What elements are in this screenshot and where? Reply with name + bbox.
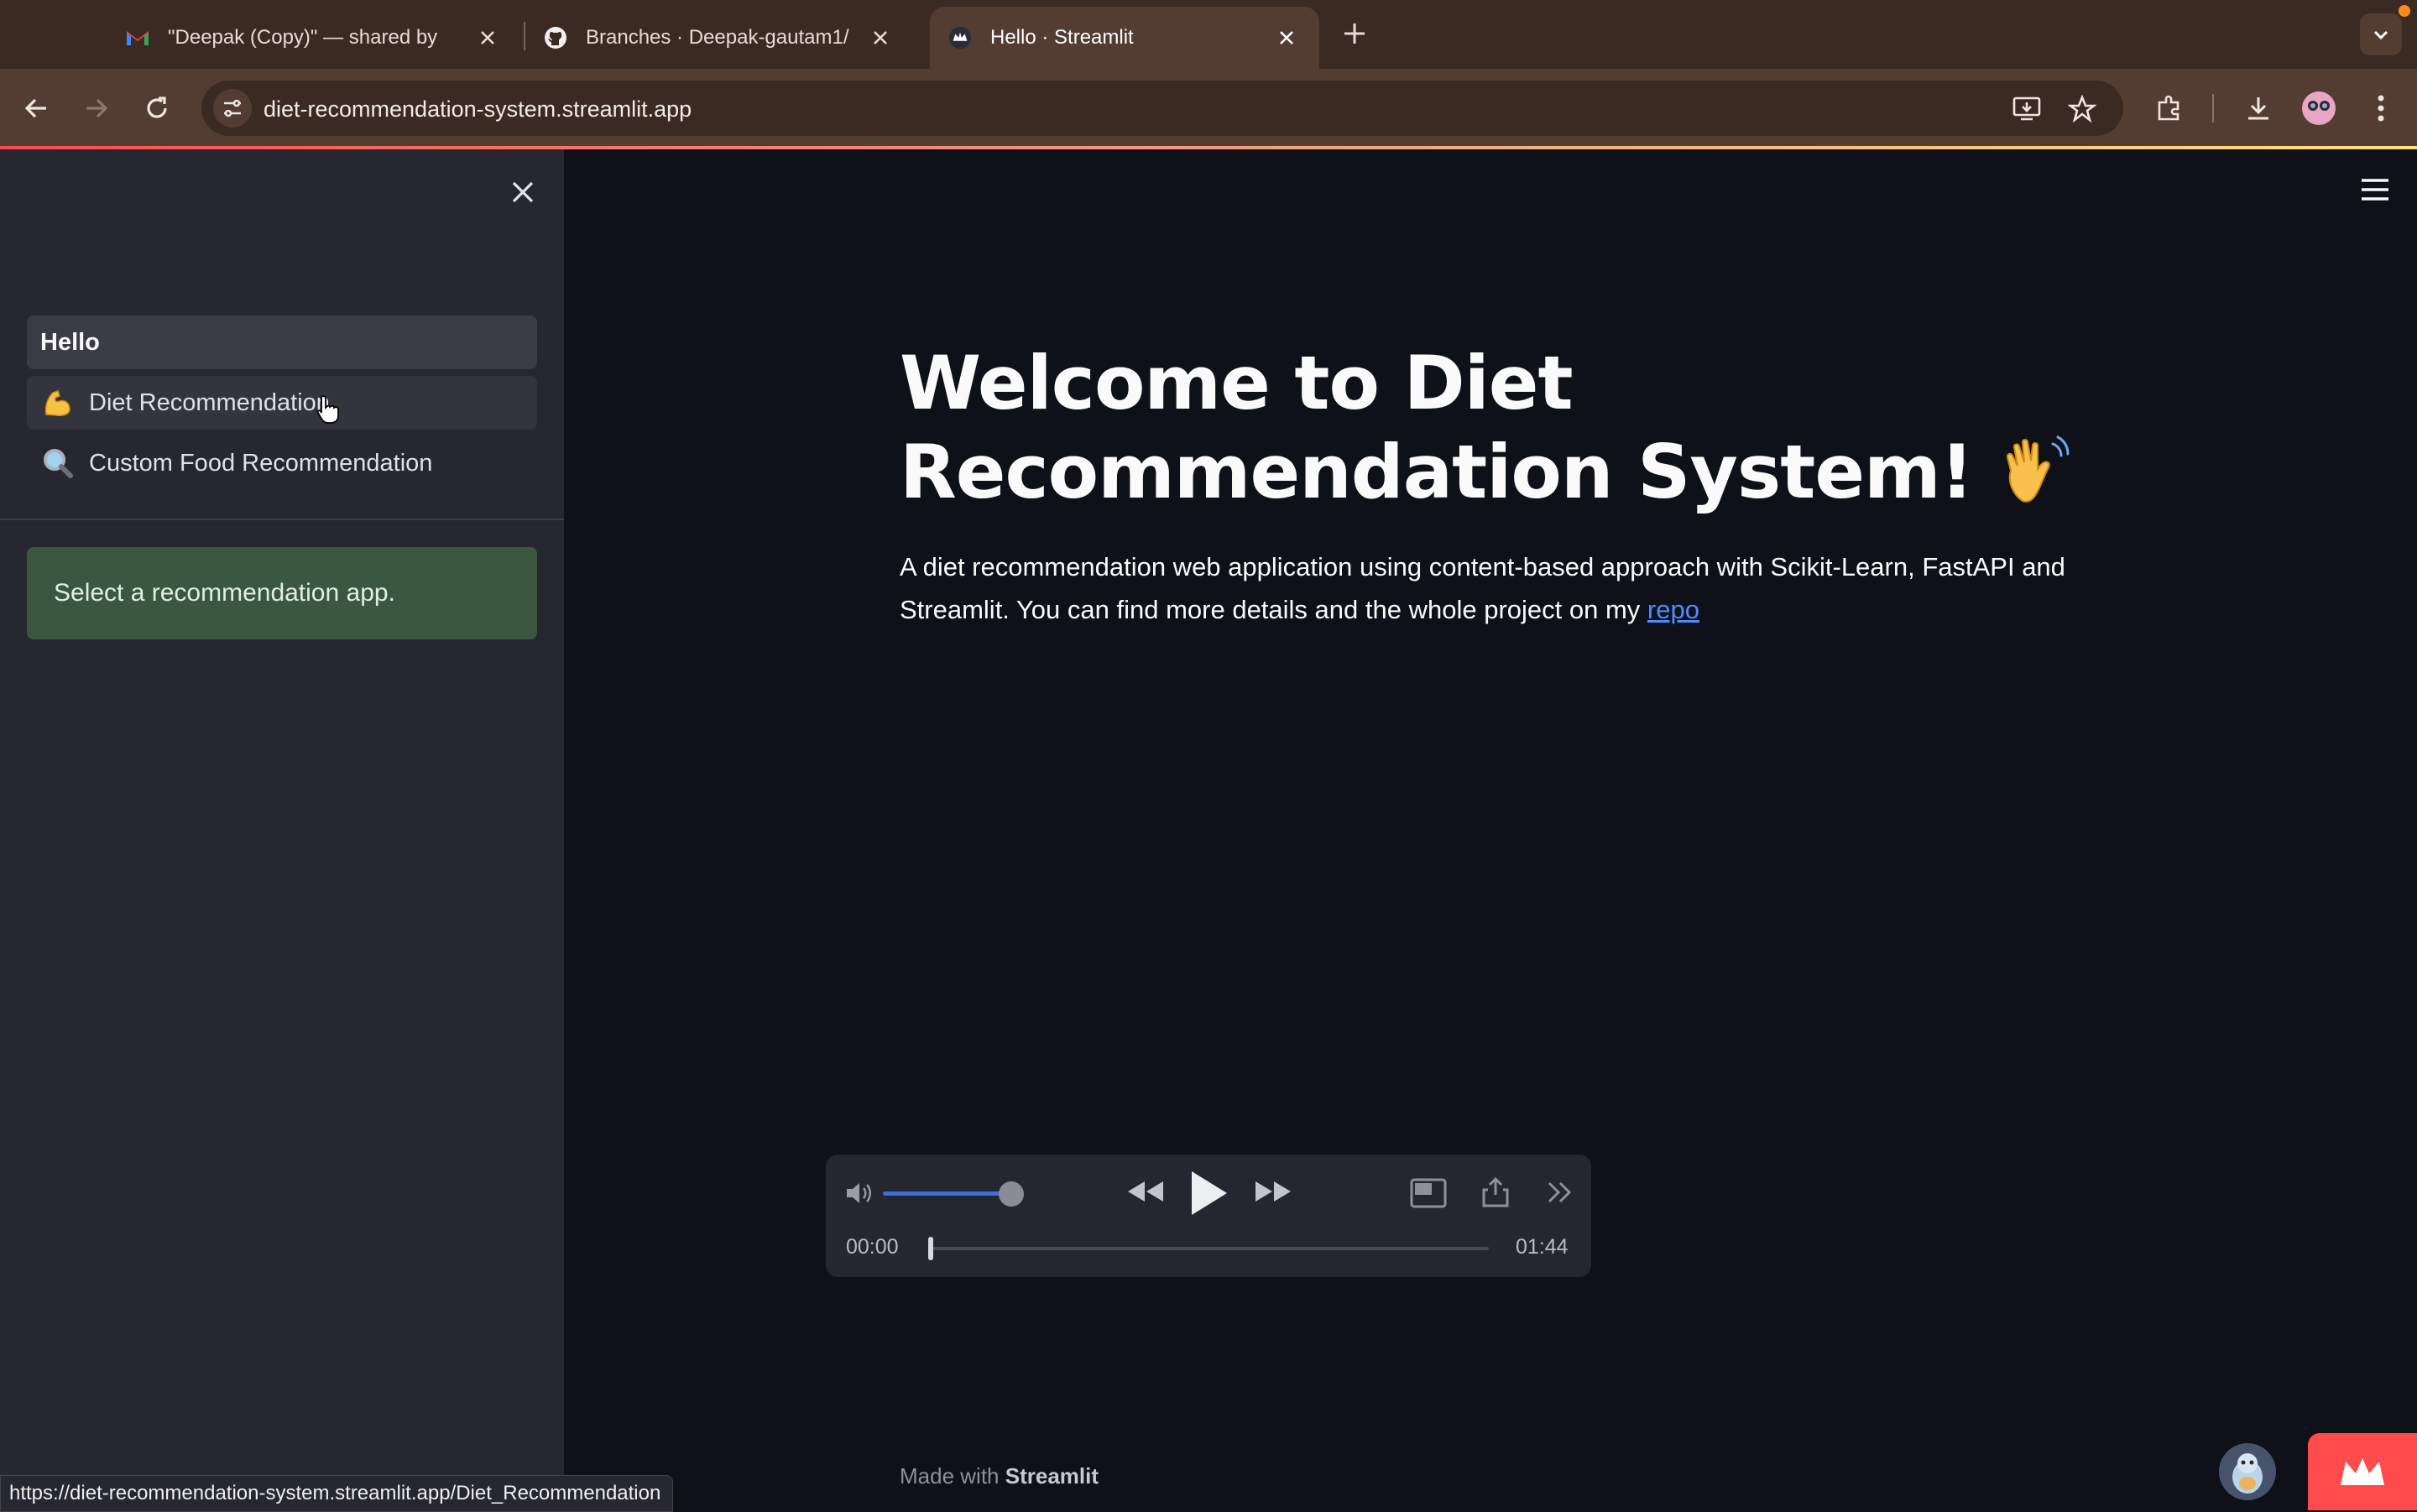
back-button[interactable] (15, 87, 57, 129)
profile-avatar[interactable] (2298, 87, 2340, 129)
close-tab-icon[interactable] (868, 25, 893, 50)
gmail-icon (126, 26, 149, 50)
picture-in-picture-icon[interactable] (1410, 1178, 1447, 1208)
toolbar-divider (2212, 94, 2214, 123)
audio-player: 00:00 01:44 (826, 1155, 1591, 1277)
seek-bar-handle[interactable] (928, 1237, 933, 1260)
url-text: diet-recommendation-system.streamlit.app (264, 96, 692, 122)
bookmark-star-icon[interactable] (2067, 94, 2097, 128)
user-avatar[interactable] (2219, 1443, 2276, 1500)
info-alert-text: Select a recommendation app. (54, 579, 395, 607)
current-time: 00:00 (846, 1235, 899, 1259)
reload-button[interactable] (136, 87, 178, 129)
page-title-text: Welcome to Diet Recommendation System! (900, 340, 1974, 515)
sidebar-item-diet-recommendation[interactable]: Diet Recommendation (27, 376, 537, 430)
duration-time: 01:44 (1516, 1235, 1569, 1259)
sidebar: Hello Diet Recommendation Custom Food Re… (0, 149, 564, 1510)
tab-title: Branches · Deepak-gautam1/ (586, 26, 849, 49)
streamlit-crown-badge[interactable] (2308, 1433, 2417, 1510)
repo-link[interactable]: repo (1647, 595, 1699, 624)
share-icon[interactable] (1480, 1176, 1511, 1208)
close-tab-icon[interactable] (475, 25, 500, 50)
site-info-button[interactable] (213, 89, 252, 128)
arrow-right-icon (86, 98, 108, 118)
description-text: A diet recommendation web application us… (900, 552, 2065, 624)
update-dot (2399, 5, 2410, 17)
browser-tab-github[interactable]: Branches · Deepak-gautam1/ (544, 7, 913, 69)
main-menu-icon[interactable] (2358, 176, 2392, 203)
more-chevrons-icon[interactable] (1546, 1180, 1574, 1205)
install-app-icon[interactable] (2012, 96, 2041, 127)
hand-pointer-cursor-icon (316, 394, 341, 431)
page-title: Welcome to Diet Recommendation System! (900, 339, 2091, 517)
volume-slider-track[interactable] (883, 1191, 1010, 1196)
footer-brand-link[interactable]: Streamlit (1005, 1463, 1099, 1489)
waving-hand-icon (2007, 435, 2070, 503)
reload-icon (147, 96, 167, 118)
chevron-down-icon (2373, 30, 2388, 40)
sidebar-item-label: Diet Recommendation (89, 388, 330, 416)
volume-slider-handle[interactable] (999, 1181, 1024, 1207)
close-tab-icon[interactable] (1274, 25, 1299, 50)
sidebar-item-custom-food-recommendation[interactable]: Custom Food Recommendation (27, 436, 537, 490)
rewind-icon[interactable] (1125, 1178, 1165, 1205)
description-paragraph: A diet recommendation web application us… (900, 545, 2091, 631)
sidebar-item-label: Hello (40, 328, 100, 356)
tab-separator (524, 22, 525, 50)
flexed-biceps-icon (40, 385, 76, 420)
footer-text: Made with (900, 1463, 1000, 1489)
sidebar-divider (0, 519, 564, 520)
tab-title: Hello · Streamlit (990, 26, 1134, 49)
tab-title: "Deepak (Copy)" — shared by (168, 26, 438, 49)
streamlit-icon (948, 26, 972, 50)
close-sidebar-icon[interactable] (505, 175, 540, 210)
forward-button[interactable] (76, 87, 117, 129)
seek-bar-track[interactable] (930, 1247, 1489, 1250)
sidebar-item-label: Custom Food Recommendation (89, 449, 433, 477)
footer: Made with Streamlit (900, 1463, 1099, 1489)
browser-tab-streamlit[interactable]: Hello · Streamlit (930, 7, 1319, 69)
new-tab-icon[interactable] (1338, 17, 1371, 50)
tune-icon (224, 99, 241, 117)
kebab-menu-icon[interactable] (2360, 87, 2402, 129)
github-icon (544, 26, 567, 50)
status-bar-url: https://diet-recommendation-system.strea… (0, 1475, 674, 1512)
downloads-icon[interactable] (2237, 87, 2279, 129)
extensions-icon[interactable] (2148, 87, 2190, 129)
tab-search-button[interactable] (2360, 13, 2402, 55)
fast-forward-icon[interactable] (1254, 1178, 1294, 1205)
sidebar-item-hello[interactable]: Hello (27, 315, 537, 369)
browser-toolbar: diet-recommendation-system.streamlit.app (0, 69, 2417, 148)
volume-icon[interactable] (844, 1180, 874, 1207)
browser-tab-gmail[interactable]: "Deepak (Copy)" — shared by (126, 7, 520, 69)
play-icon[interactable] (1187, 1168, 1230, 1218)
crown-icon (2341, 1458, 2384, 1485)
magnifier-icon (40, 446, 76, 481)
browser-tab-bar: "Deepak (Copy)" — shared by Branches · D… (0, 0, 2417, 69)
arrow-left-icon (24, 98, 46, 118)
info-alert: Select a recommendation app. (27, 547, 537, 639)
